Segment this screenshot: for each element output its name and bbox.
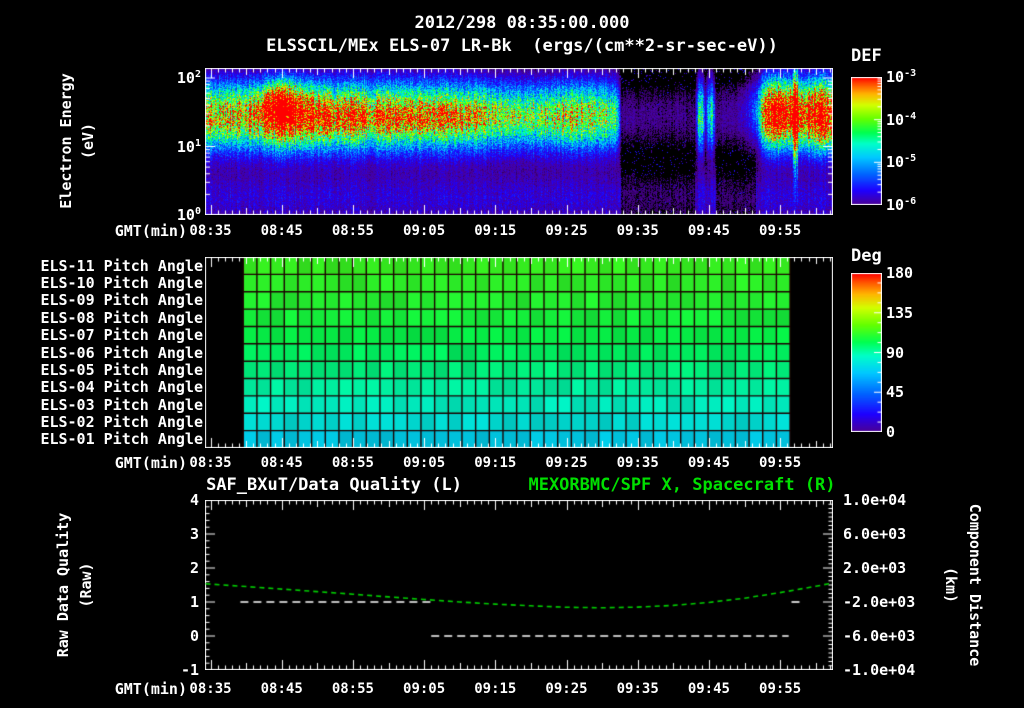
row-label-els-11: ELS-11 Pitch Angle [40, 256, 203, 275]
bottom-right-tick--2.0e+03: -2.0e+03 [843, 593, 916, 611]
deg-cbar-tick-45: 45 [886, 383, 905, 402]
time-tick-0915-row1: 09:15 [474, 223, 517, 239]
row-label-els-01: ELS-01 Pitch Angle [40, 430, 203, 449]
time-tick-0955-row3: 09:55 [759, 681, 802, 697]
time-tick-0835-row2: 08:35 [189, 455, 232, 471]
time-tick-0845-row3: 08:45 [260, 681, 303, 697]
row-label-els-09: ELS-09 Pitch Angle [40, 291, 203, 310]
spectrogram-y-axis-label: Electron Energy [57, 73, 75, 209]
row-label-els-07: ELS-07 Pitch Angle [40, 326, 203, 345]
spectrogram-ytick-10e1: 101 [176, 137, 201, 156]
time-tick-0955-row1: 09:55 [759, 223, 802, 239]
time-tick-0845-row2: 08:45 [260, 455, 303, 471]
time-tick-0855-row1: 08:55 [331, 223, 374, 239]
bottom-left-tick-1: 1 [189, 593, 199, 611]
bottom-title-right: MEXORBMC/SPF X, Spacecraft (R) [528, 475, 836, 495]
time-tick-0945-row2: 09:45 [687, 455, 730, 471]
time-tick-0925-row1: 09:25 [545, 223, 588, 239]
row-label-els-04: ELS-04 Pitch Angle [40, 378, 203, 397]
bottom-right-tick-2.0e+03: 2.0e+03 [843, 559, 907, 577]
time-tick-0915-row3: 09:15 [474, 681, 517, 697]
time-tick-0935-row3: 09:35 [616, 681, 659, 697]
time-tick-0855-row3: 08:55 [331, 681, 374, 697]
gmt-axis-label-row1: GMT(min) [114, 222, 187, 240]
page-subtitle: ELSSCIL/MEx ELS-07 LR-Bk (ergs/(cm**2-sr… [266, 36, 778, 56]
time-tick-0945-row3: 09:45 [687, 681, 730, 697]
time-tick-0835-row1: 08:35 [189, 223, 232, 239]
deg-colorbar [851, 273, 882, 432]
bottom-left-axis-units: (Raw) [77, 562, 95, 608]
def-cbar-tick-10e-3: 10-3 [886, 68, 917, 86]
bottom-right-tick-1.0e+04: 1.0e+04 [843, 491, 907, 509]
time-tick-0905-row2: 09:05 [403, 455, 446, 471]
bottom-left-axis-label: Raw Data Quality [54, 512, 72, 658]
row-label-els-05: ELS-05 Pitch Angle [40, 360, 203, 379]
bottom-right-tick--1.0e+04: -1.0e+04 [843, 661, 916, 679]
time-tick-0935-row1: 09:35 [616, 223, 659, 239]
page-title: 2012/298 08:35:00.000 [414, 13, 630, 33]
time-tick-0915-row2: 09:15 [474, 455, 517, 471]
deg-cbar-tick-180: 180 [886, 264, 914, 282]
bottom-right-tick-6.0e+03: 6.0e+03 [843, 525, 907, 543]
deg-cbar-tick-135: 135 [886, 303, 914, 322]
deg-cbar-tick-90: 90 [886, 343, 905, 362]
def-cbar-tick-10e-6: 10-6 [886, 196, 917, 214]
time-tick-0935-row2: 09:35 [616, 455, 659, 471]
pitch-angle-grid-canvas [205, 257, 833, 448]
plot-page: 2012/298 08:35:00.000 ELSSCIL/MEx ELS-07… [0, 0, 1024, 708]
bottom-right-axis-units: (km) [942, 566, 960, 604]
time-tick-0845-row1: 08:45 [260, 223, 303, 239]
row-label-els-06: ELS-06 Pitch Angle [40, 343, 203, 362]
bottom-left-tick-0: 0 [189, 627, 199, 645]
def-cbar-tick-10e-4: 10-4 [886, 110, 917, 129]
bottom-left-tick-3: 3 [189, 525, 199, 543]
time-tick-0955-row2: 09:55 [759, 455, 802, 471]
def-colorbar [851, 77, 882, 205]
bottom-right-axis-label: Component Distance [966, 503, 984, 667]
row-label-els-02: ELS-02 Pitch Angle [40, 412, 203, 431]
time-tick-0855-row2: 08:55 [331, 455, 374, 471]
row-label-els-03: ELS-03 Pitch Angle [40, 395, 203, 414]
def-cbar-tick-10e-5: 10-5 [886, 153, 917, 172]
gmt-axis-label-row3: GMT(min) [114, 680, 187, 698]
gmt-axis-label-row2: GMT(min) [114, 454, 187, 472]
bottom-title-left: SAF_BXuT/Data Quality (L) [206, 475, 462, 495]
deg-cbar-tick-0: 0 [886, 423, 896, 441]
time-tick-0925-row2: 09:25 [545, 455, 588, 471]
spectrogram-ytick-10e2: 102 [176, 69, 201, 87]
time-tick-0905-row3: 09:05 [403, 681, 446, 697]
spectrogram-y-axis-units: (eV) [79, 122, 97, 160]
bottom-left-tick-4: 4 [189, 491, 199, 509]
time-tick-0925-row3: 09:25 [545, 681, 588, 697]
time-tick-0835-row3: 08:35 [189, 681, 232, 697]
row-label-els-08: ELS-08 Pitch Angle [40, 308, 203, 327]
bottom-left-tick-2: 2 [189, 559, 199, 577]
bottom-left-tick--1: -1 [180, 661, 199, 679]
time-tick-0945-row1: 09:45 [687, 223, 730, 239]
bottom-right-tick--6.0e+03: -6.0e+03 [843, 627, 916, 645]
row-label-els-10: ELS-10 Pitch Angle [40, 274, 203, 293]
time-tick-0905-row1: 09:05 [403, 223, 446, 239]
quality-distance-plot-canvas [205, 500, 833, 670]
deg-colorbar-title: Deg [851, 246, 882, 266]
def-colorbar-title: DEF [851, 46, 882, 66]
electron-energy-spectrogram-canvas [205, 68, 833, 215]
